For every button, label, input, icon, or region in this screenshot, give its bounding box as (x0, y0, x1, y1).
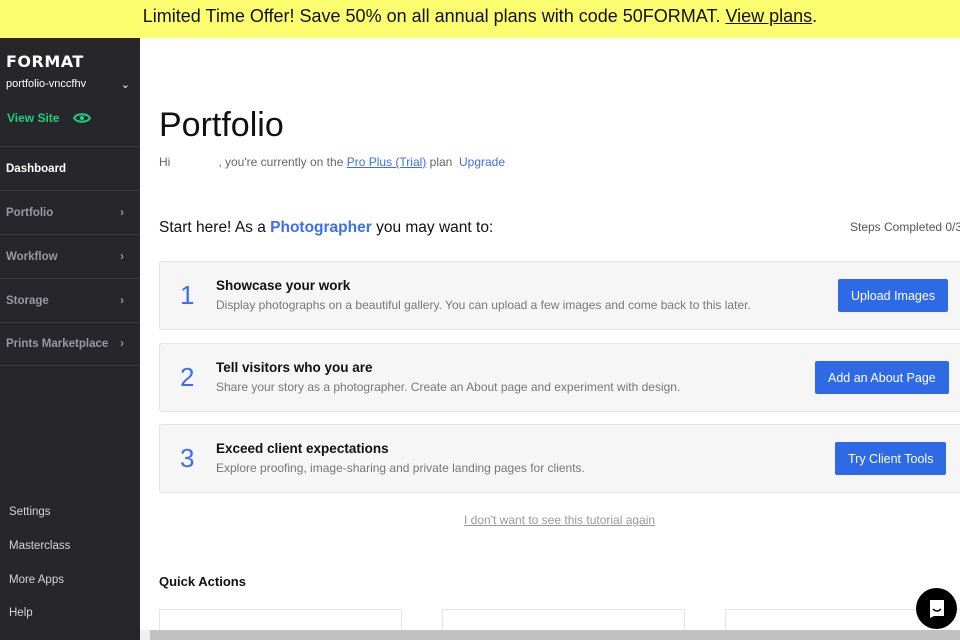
sidebar-item-prints-marketplace[interactable]: Prints Marketplace › (0, 322, 140, 366)
view-site-label: View Site (7, 111, 60, 125)
skip-tutorial-link[interactable]: I don't want to see this tutorial again (464, 513, 655, 527)
view-plans-link[interactable]: View plans (725, 6, 812, 26)
plan-link[interactable]: Pro Plus (Trial) (347, 155, 427, 169)
step-title: Tell visitors who you are (216, 360, 373, 375)
step-title: Exceed client expectations (216, 441, 389, 456)
account-name: portfolio-vnccfhv (6, 78, 87, 90)
step-card: 3 Exceed client expectations Explore proof… (159, 424, 960, 493)
chevron-right-icon: › (120, 206, 124, 219)
step-title: Showcase your work (216, 278, 351, 293)
page-title: Portfolio (159, 106, 284, 144)
main-content: Portfolio Hi , you're currently on the Pr… (140, 38, 960, 640)
view-site-link[interactable]: View Site (7, 111, 92, 125)
chevron-right-icon: › (120, 338, 124, 350)
role-link[interactable]: Photographer (270, 219, 372, 236)
step-number: 2 (180, 362, 195, 392)
upgrade-link[interactable]: Upgrade (459, 155, 505, 169)
try-client-tools-button[interactable]: Try Client Tools (835, 442, 947, 475)
sidebar: FORMAT portfolio-vnccfhv ⌄ View Site Dash… (0, 38, 140, 640)
plan-suffix: plan (429, 155, 453, 169)
upload-images-button[interactable]: Upload Images (838, 279, 949, 312)
chevron-right-icon: › (120, 294, 124, 307)
horizontal-scrollbar[interactable] (140, 630, 960, 640)
chat-icon (929, 599, 944, 618)
sidebar-more-apps[interactable]: More Apps (9, 574, 64, 586)
sidebar-item-label: Workflow (6, 250, 58, 263)
tutorial-heading: Start here! As a Photographer you may wa… (159, 219, 493, 237)
sidebar-help[interactable]: Help (9, 607, 33, 619)
step-description: Share your story as a photographer. Crea… (216, 380, 681, 394)
sidebar-item-label: Portfolio (6, 206, 54, 219)
account-switcher[interactable]: portfolio-vnccfhv ⌄ (6, 78, 130, 91)
heading-pre: Start here! As a (159, 219, 266, 236)
sidebar-item-label: Prints Marketplace (6, 338, 109, 350)
plan-info: Hi , you're currently on the Pro Plus (Tr… (159, 155, 505, 169)
chevron-right-icon: › (120, 250, 124, 263)
eye-icon (73, 113, 92, 123)
sidebar-item-label: Storage (6, 294, 49, 307)
greeting: Hi (159, 155, 171, 169)
step-number: 3 (180, 443, 195, 473)
sidebar-item-portfolio[interactable]: Portfolio › (0, 190, 140, 234)
promo-text: Limited Time Offer! Save 50% on all annu… (142, 6, 721, 26)
chevron-down-icon: ⌄ (120, 79, 130, 91)
heading-post: you may want to: (376, 219, 494, 236)
sidebar-settings[interactable]: Settings (9, 506, 51, 518)
step-card: 1 Showcase your work Display photographs o… (159, 261, 960, 330)
quick-actions-heading: Quick Actions (159, 574, 246, 589)
step-number: 1 (180, 280, 195, 310)
format-logo[interactable]: FORMAT (6, 52, 84, 71)
add-about-page-button[interactable]: Add an About Page (815, 361, 949, 394)
sidebar-item-dashboard[interactable]: Dashboard (0, 146, 140, 190)
promo-end: . (812, 6, 818, 26)
step-description: Explore proofing, image-sharing and priv… (216, 461, 585, 475)
steps-completed: Steps Completed 0/3 (850, 220, 960, 234)
sidebar-item-workflow[interactable]: Workflow › (0, 234, 140, 278)
sidebar-masterclass[interactable]: Masterclass (9, 540, 70, 552)
plan-text: , you're currently on the (218, 155, 344, 169)
chat-button[interactable] (916, 588, 957, 629)
sidebar-item-storage[interactable]: Storage › (0, 278, 140, 322)
step-card: 2 Tell visitors who you are Share your sto… (159, 343, 960, 412)
sidebar-item-label: Dashboard (6, 162, 67, 175)
promo-banner: Limited Time Offer! Save 50% on all annu… (0, 0, 960, 38)
step-description: Display photographs on a beautiful galle… (216, 298, 751, 312)
